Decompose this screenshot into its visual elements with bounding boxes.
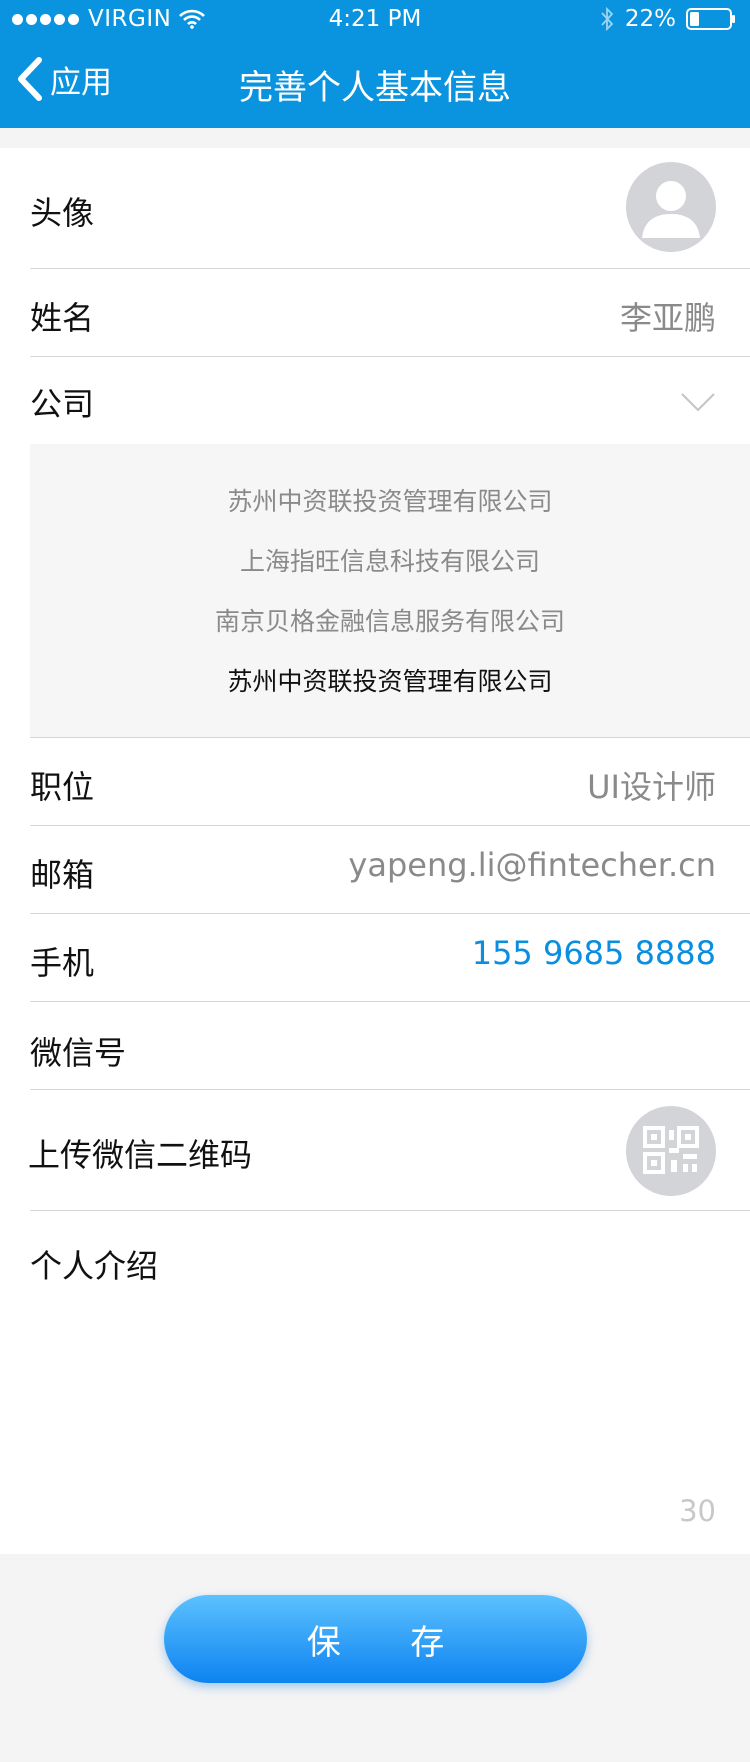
- email-value[interactable]: yapeng.li@fintecher.cn: [348, 846, 716, 884]
- status-bar: VIRGIN 4:21 PM 22%: [0, 0, 750, 40]
- company-dropdown: 苏州中资联投资管理有限公司 上海指旺信息科技有限公司 南京贝格金融信息服务有限公…: [30, 444, 750, 738]
- wechat-qr-label: 上传微信二维码: [28, 1136, 253, 1174]
- user-silhouette-icon: [642, 181, 700, 238]
- company-label: 公司: [30, 385, 95, 423]
- company-option-selected[interactable]: 苏州中资联投资管理有限公司: [30, 662, 750, 698]
- wechat-label: 微信号: [30, 1034, 127, 1072]
- navigation-bar: 应用 完善个人基本信息: [0, 40, 750, 128]
- intro-char-counter: 30: [679, 1494, 716, 1528]
- email-row[interactable]: 邮箱 yapeng.li@fintecher.cn: [30, 826, 750, 914]
- wechat-row[interactable]: 微信号: [30, 1002, 750, 1090]
- position-value[interactable]: UI设计师: [587, 762, 716, 808]
- name-row[interactable]: 姓名 李亚鹏: [30, 269, 750, 357]
- qr-code-icon: [643, 1126, 699, 1174]
- status-right: 22%: [599, 6, 736, 32]
- upload-qr-button[interactable]: [626, 1106, 716, 1196]
- company-option[interactable]: 上海指旺信息科技有限公司: [30, 542, 750, 578]
- app-header: VIRGIN 4:21 PM 22% 应用 完善个人基本信息: [0, 0, 750, 128]
- intro-row[interactable]: 个人介绍: [30, 1211, 750, 1554]
- avatar-row[interactable]: 头像: [30, 148, 750, 269]
- company-option[interactable]: 苏州中资联投资管理有限公司: [30, 482, 750, 518]
- battery-percent: 22%: [624, 6, 676, 32]
- company-row[interactable]: 公司: [30, 357, 750, 444]
- chevron-down-icon[interactable]: [680, 391, 716, 413]
- battery-icon: [686, 8, 735, 30]
- phone-value[interactable]: 155 9685 8888: [472, 934, 716, 972]
- name-label: 姓名: [30, 299, 95, 337]
- position-row[interactable]: 职位 UI设计师: [30, 738, 750, 826]
- bluetooth-icon: [601, 7, 614, 31]
- profile-form: 头像 姓名 李亚鹏 公司 苏州中资联投资管理有限公司 上海指旺信息科技有限公司 …: [0, 148, 750, 1554]
- avatar[interactable]: [626, 162, 716, 252]
- phone-row[interactable]: 手机 155 9685 8888: [30, 914, 750, 1002]
- save-button[interactable]: 保 存: [164, 1595, 587, 1683]
- page-title: 完善个人基本信息: [239, 68, 511, 108]
- name-value[interactable]: 李亚鹏: [620, 293, 716, 339]
- email-label: 邮箱: [30, 856, 95, 894]
- avatar-label: 头像: [30, 194, 95, 232]
- position-label: 职位: [30, 768, 95, 806]
- wechat-qr-row[interactable]: 上传微信二维码: [28, 1090, 750, 1211]
- company-option[interactable]: 南京贝格金融信息服务有限公司: [30, 602, 750, 638]
- intro-label: 个人介绍: [30, 1247, 159, 1285]
- phone-label: 手机: [30, 944, 95, 982]
